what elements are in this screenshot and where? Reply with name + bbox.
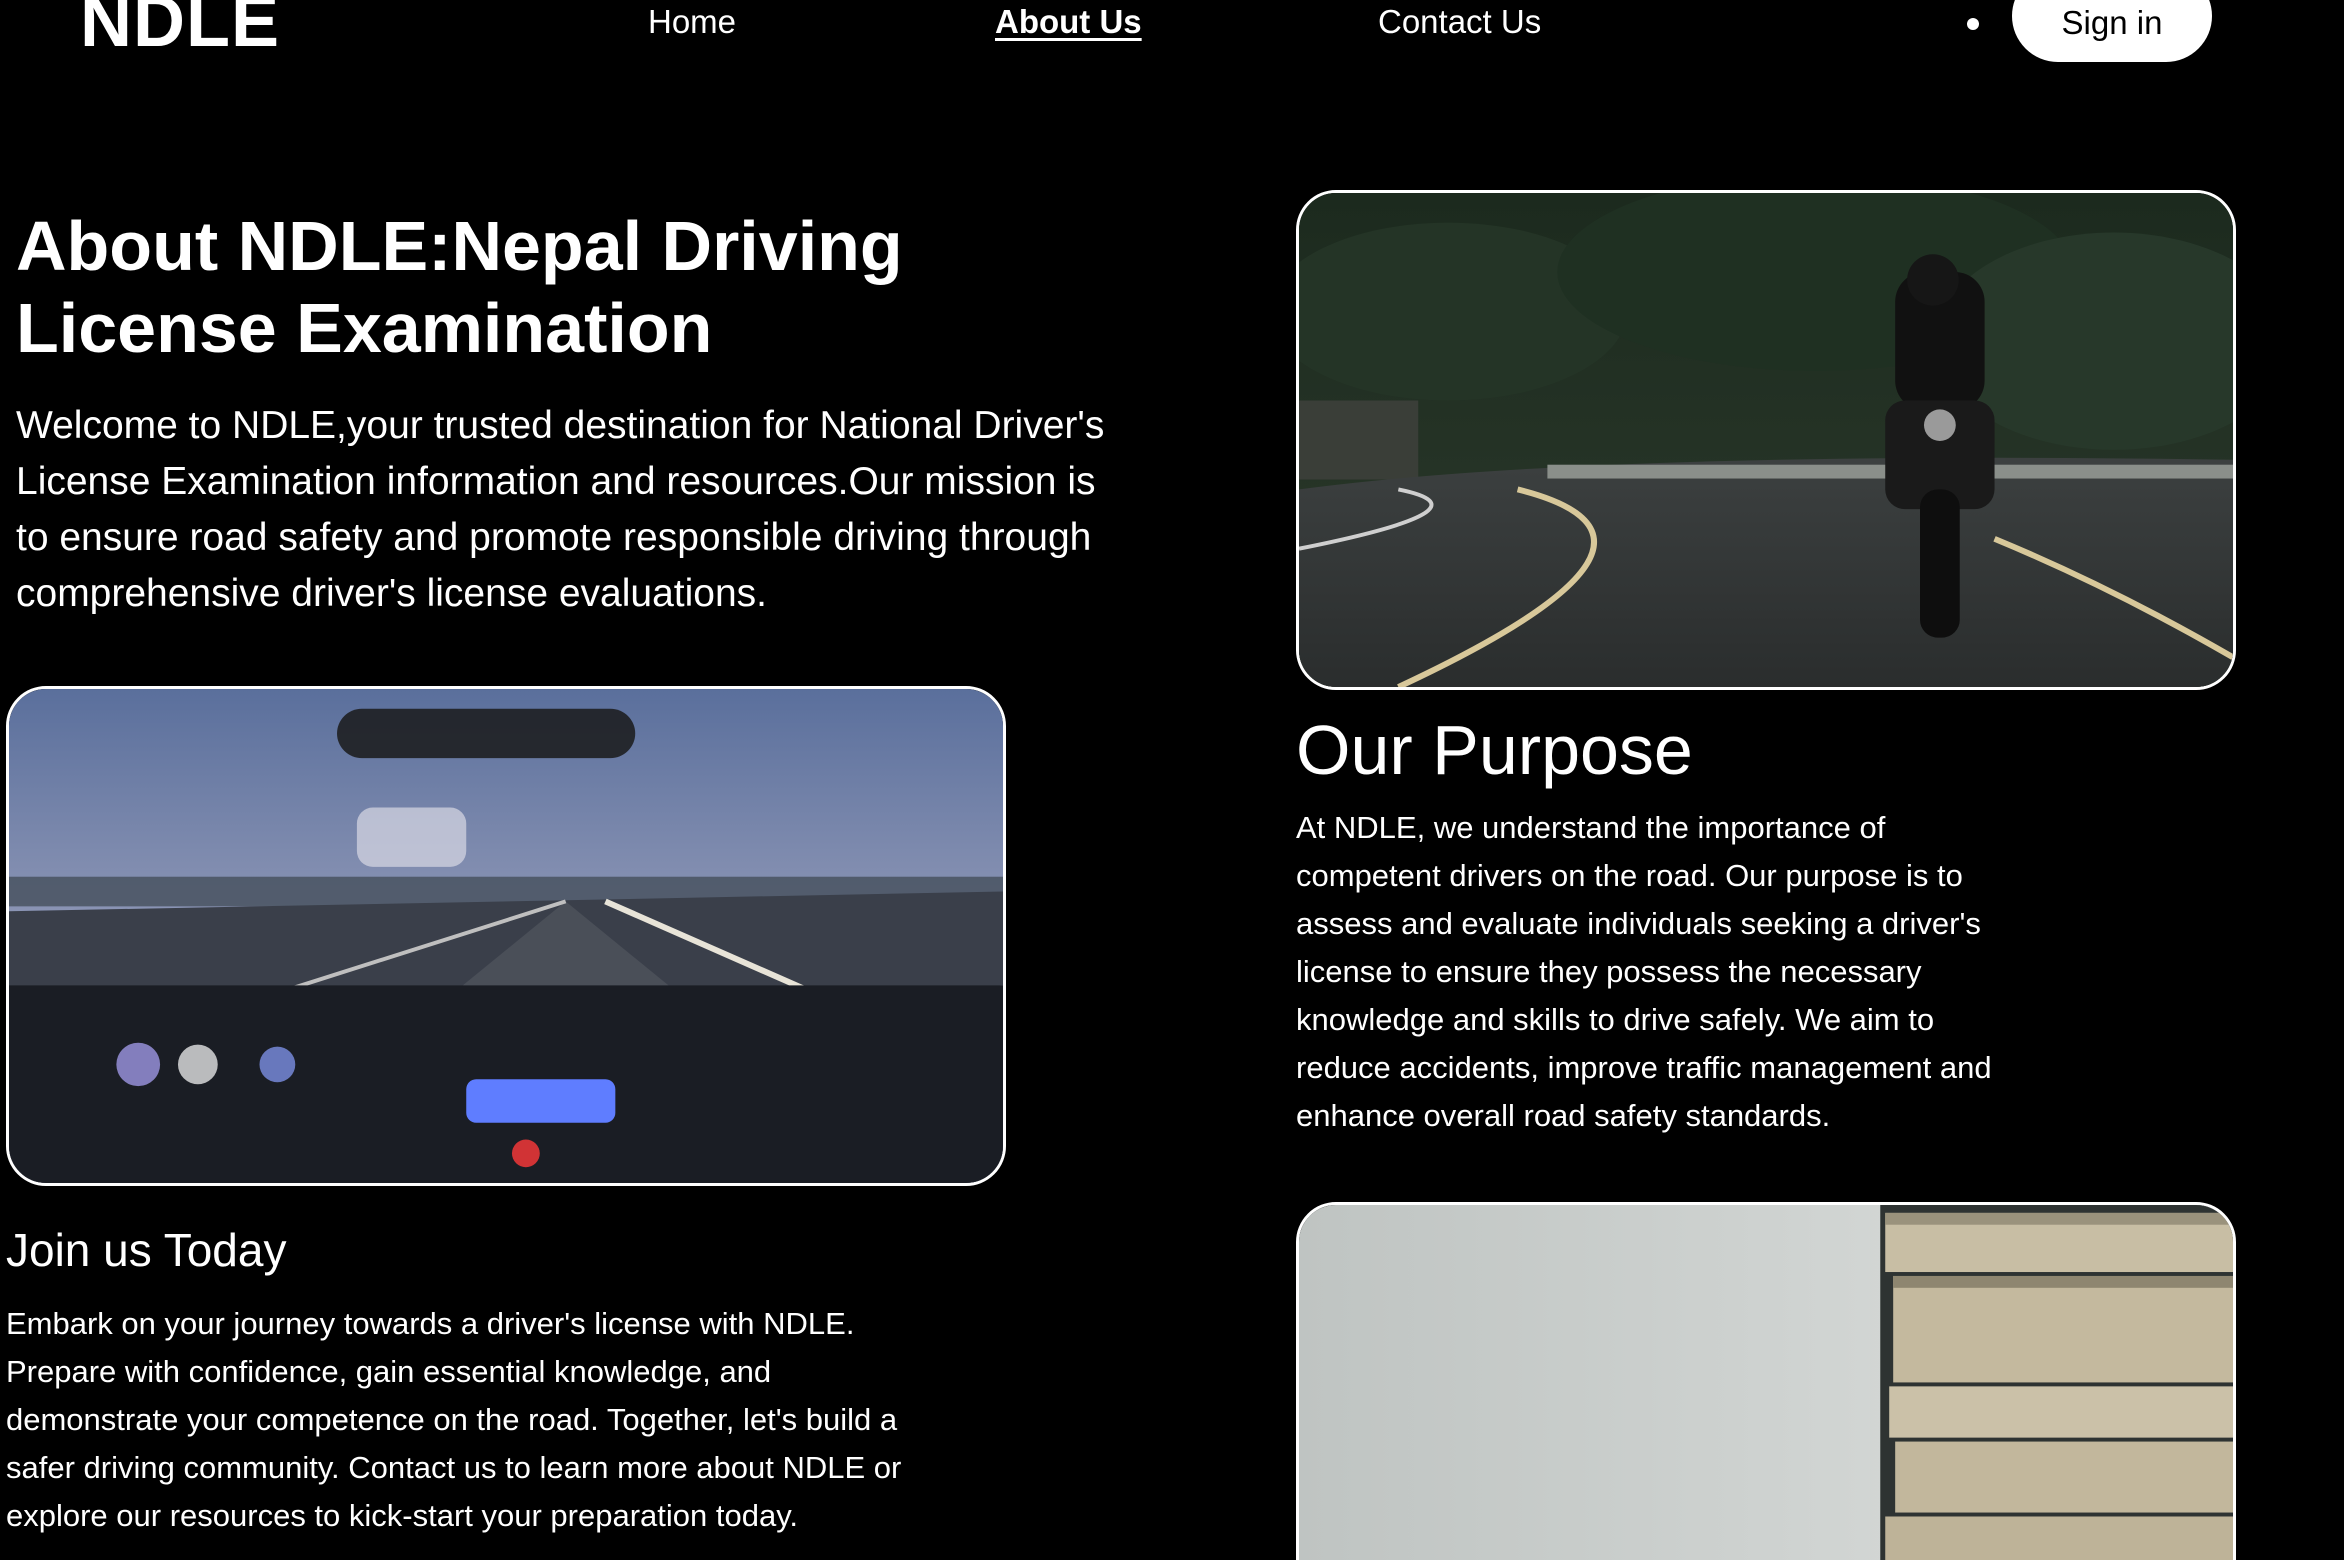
join-heading: Join us Today: [6, 1224, 287, 1276]
nav-link-about-us[interactable]: About Us: [995, 2, 1142, 42]
car-highway-image: [6, 686, 1006, 1186]
motorcycle-road-image: [1296, 190, 2236, 690]
about-page: NDLE Home About Us Contact Us Sign in Ab…: [0, 0, 2344, 1560]
hero-description: Welcome to NDLE,your trusted destination…: [16, 404, 1105, 615]
books-illustration: [1299, 1205, 2233, 1560]
page-title: About NDLE:Nepal Driving License Examina…: [16, 207, 903, 367]
purpose-description: At NDLE, we understand the importance of…: [1296, 810, 1992, 1133]
sign-in-button[interactable]: Sign in: [2012, 0, 2212, 62]
purpose-heading: Our Purpose: [1296, 711, 1693, 789]
car-highway-illustration: [9, 689, 1003, 1183]
join-description: Embark on your journey towards a driver'…: [6, 1306, 902, 1533]
nav-link-contact-us[interactable]: Contact Us: [1378, 2, 1541, 42]
nav-link-home[interactable]: Home: [648, 2, 736, 42]
motorcycle-road-illustration: [1299, 193, 2233, 687]
bullet-dot-icon: [1967, 18, 1979, 30]
site-logo[interactable]: NDLE: [80, 0, 280, 58]
books-image: [1296, 1202, 2236, 1560]
